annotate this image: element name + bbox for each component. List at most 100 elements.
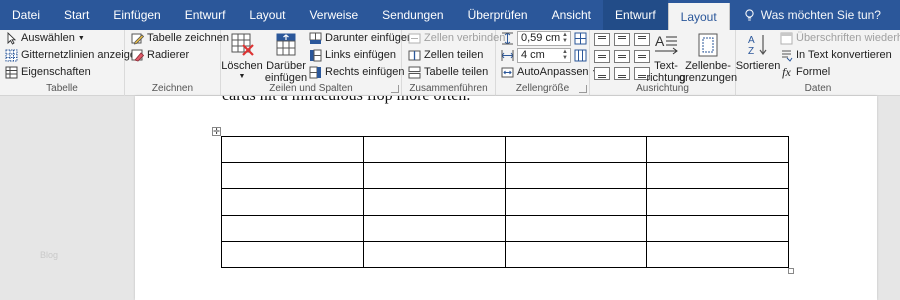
convert-to-text-button[interactable]: In Text konvertieren — [780, 47, 892, 63]
table-cell[interactable] — [646, 162, 789, 190]
tell-me-text: Was möchten Sie tun? — [760, 8, 881, 22]
text-direction-label-1: Text- — [654, 60, 678, 72]
ribbon-tab-bar: Datei Start Einfügen Entwurf Layout Verw… — [0, 0, 900, 30]
repeat-header-icon — [780, 32, 793, 44]
table-cell[interactable] — [221, 162, 364, 190]
delete-table-icon — [231, 33, 254, 56]
align-bottom-center-button[interactable] — [614, 67, 630, 80]
autofit-label: AutoAnpassen — [517, 66, 589, 78]
insert-below-button[interactable]: Darunter einfügen — [309, 30, 413, 46]
tab-start[interactable]: Start — [52, 0, 101, 30]
tab-table-entwurf[interactable]: Entwurf — [602, 0, 668, 30]
group-zeichnen: Tabelle zeichnen Radierer Zeichnen — [125, 30, 229, 96]
dialog-launcher-zeilen[interactable] — [391, 85, 399, 93]
delete-button[interactable]: Löschen ▼ — [221, 32, 263, 81]
group-label-daten: Daten — [804, 83, 832, 94]
split-cells-button[interactable]: Zellen teilen — [408, 47, 483, 63]
tab-datei[interactable]: Datei — [0, 0, 52, 30]
split-table-icon — [408, 66, 421, 78]
tab-ueberpruefen[interactable]: Überprüfen — [456, 0, 540, 30]
align-top-center-button[interactable] — [614, 33, 630, 46]
tell-me-box[interactable]: Was möchten Sie tun? — [730, 0, 881, 30]
tab-entwurf[interactable]: Entwurf — [173, 0, 238, 30]
dialog-launcher-zellengroesse[interactable] — [579, 85, 587, 93]
properties-button[interactable]: Eigenschaften — [5, 64, 91, 80]
split-table-label: Tabelle teilen — [424, 66, 489, 78]
delete-label: Löschen — [221, 60, 263, 72]
align-bottom-left-button[interactable] — [594, 67, 610, 80]
eraser-button[interactable]: Radierer — [131, 47, 189, 63]
table-move-handle-icon[interactable]: ✛ — [212, 127, 221, 136]
insert-right-label: Rechts einfügen — [325, 66, 405, 78]
tab-table-layout[interactable]: Layout — [667, 3, 730, 30]
properties-label: Eigenschaften — [21, 66, 91, 78]
table-row — [221, 188, 789, 216]
table-cell[interactable] — [504, 188, 648, 216]
insert-right-icon — [309, 66, 321, 78]
formula-label: Formel — [796, 66, 831, 78]
select-button[interactable]: Auswählen ▼ — [5, 30, 85, 46]
sort-button[interactable]: AZ Sortieren — [736, 32, 780, 72]
group-label-zeichnen: Zeichnen — [151, 83, 194, 94]
align-top-left-button[interactable] — [594, 33, 610, 46]
table-cell[interactable] — [362, 135, 506, 164]
word-table[interactable] — [221, 135, 789, 269]
merge-cells-button[interactable]: Zellen verbinden — [408, 30, 505, 46]
table-cell[interactable] — [504, 240, 648, 269]
column-width-value: 4 cm — [521, 49, 545, 61]
table-cell[interactable] — [362, 188, 506, 216]
group-label-zellengroesse: Zellengröße — [515, 83, 570, 94]
autofit-button[interactable]: AutoAnpassen▼ — [501, 64, 599, 80]
split-table-button[interactable]: Tabelle teilen — [408, 64, 488, 80]
group-daten: AZ Sortieren Überschriften wiederholen I… — [736, 30, 900, 96]
group-zeilen-spalten: Löschen ▼ Darüber einfügen Darunter einf… — [221, 30, 413, 96]
svg-text:Z: Z — [748, 46, 754, 57]
merge-cells-label: Zellen verbinden — [424, 32, 506, 44]
table-resize-handle[interactable] — [788, 268, 794, 274]
insert-above-button[interactable]: Darüber einfügen — [265, 32, 307, 84]
tab-verweise[interactable]: Verweise — [297, 0, 370, 30]
tab-layout[interactable]: Layout — [237, 0, 297, 30]
lightbulb-icon — [745, 8, 754, 21]
table-cell[interactable] — [646, 240, 789, 269]
table-cell[interactable] — [646, 214, 789, 242]
draw-table-button[interactable]: Tabelle zeichnen — [131, 30, 229, 46]
tab-sendungen[interactable]: Sendungen — [370, 0, 455, 30]
table-cell[interactable] — [504, 162, 648, 190]
align-middle-center-button[interactable] — [614, 50, 630, 63]
table-cell[interactable] — [221, 214, 364, 242]
insert-below-icon — [309, 32, 322, 44]
table-row — [221, 214, 789, 242]
table-cell[interactable] — [504, 135, 648, 164]
distribute-rows-icon[interactable] — [574, 32, 587, 45]
table-cell[interactable] — [646, 135, 789, 164]
tab-einfuegen[interactable]: Einfügen — [101, 0, 172, 30]
table-cell[interactable] — [504, 214, 648, 242]
table-cell[interactable] — [362, 162, 506, 190]
table-cell[interactable] — [221, 135, 364, 164]
insert-right-button[interactable]: Rechts einfügen — [309, 64, 405, 80]
alignment-grid — [594, 33, 650, 81]
align-middle-left-button[interactable] — [594, 50, 610, 63]
column-width-field: 4 cm ▲ ▼ — [501, 47, 587, 63]
repeat-header-button[interactable]: Überschriften wiederholen — [780, 30, 900, 46]
table-cell[interactable] — [221, 240, 364, 269]
draw-table-label: Tabelle zeichnen — [147, 32, 229, 44]
formula-button[interactable]: fx Formel — [780, 64, 830, 80]
table-cell[interactable] — [646, 188, 789, 216]
distribute-columns-icon[interactable] — [574, 49, 587, 62]
tab-ansicht[interactable]: Ansicht — [540, 0, 603, 30]
group-label-zusammenfuehren: Zusammenführen — [409, 83, 488, 94]
column-width-input[interactable]: 4 cm ▲ ▼ — [517, 47, 571, 63]
cell-margins-button[interactable]: Zellenbe- grenzungen — [679, 32, 737, 84]
ribbon-panel: Auswählen ▼ Gitternetzlinien anzeigen Eig… — [0, 30, 900, 96]
table-cell[interactable] — [362, 240, 506, 269]
gridlines-button[interactable]: Gitternetzlinien anzeigen — [5, 47, 142, 63]
insert-left-button[interactable]: Links einfügen — [309, 47, 396, 63]
cell-margins-label-1: Zellenbe- — [685, 60, 731, 72]
merge-cells-icon — [408, 33, 421, 43]
insert-left-icon — [310, 49, 322, 61]
table-cell[interactable] — [362, 214, 506, 242]
table-cell[interactable] — [221, 188, 364, 216]
row-height-input[interactable]: 0,59 cm ▲ ▼ — [517, 30, 571, 46]
